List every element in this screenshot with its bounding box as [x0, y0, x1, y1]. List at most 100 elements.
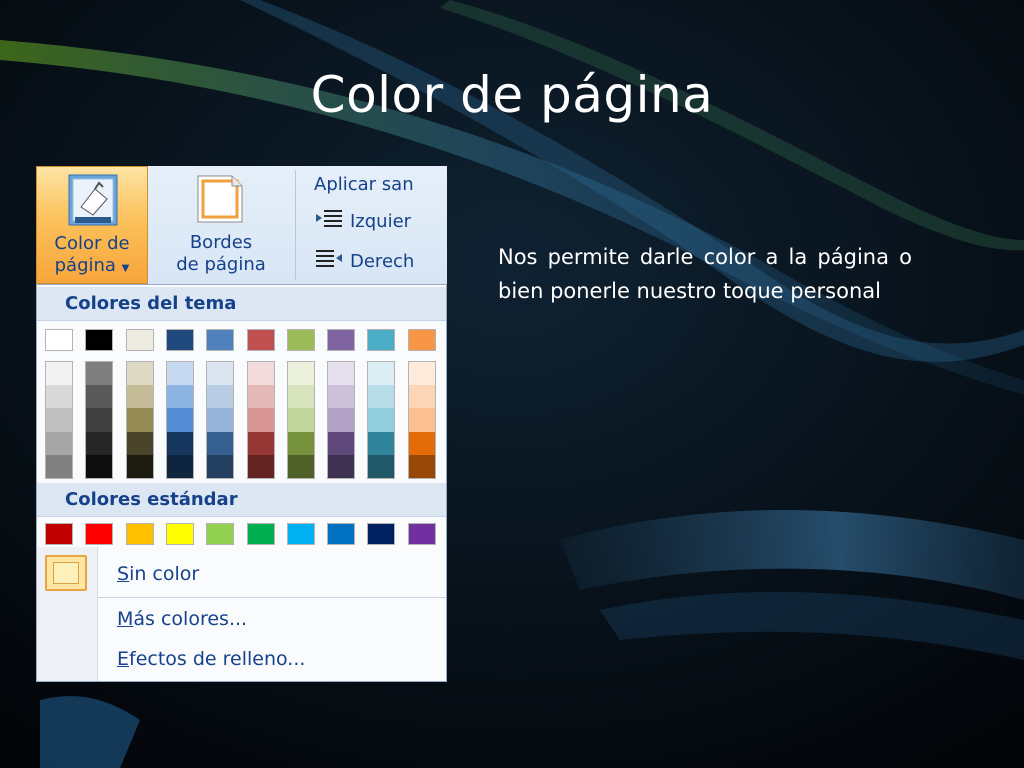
theme-tint-column — [85, 361, 114, 479]
tint-swatch[interactable] — [287, 362, 314, 386]
color-de-pagina-label-2: página — [54, 255, 116, 276]
tint-swatch[interactable] — [287, 454, 314, 479]
izquierda-button[interactable]: Izquier — [314, 208, 411, 234]
color-de-pagina-label-1: Color de — [54, 233, 130, 254]
tint-swatch[interactable] — [207, 362, 234, 386]
ribbon-screenshot: Color de página ▼ Bordes de página Aplic… — [36, 166, 447, 682]
tint-swatch[interactable] — [408, 385, 435, 409]
tint-swatch[interactable] — [126, 431, 153, 455]
color-de-pagina-button[interactable]: Color de página ▼ — [36, 166, 148, 284]
tint-swatch[interactable] — [328, 362, 355, 386]
tint-swatch[interactable] — [166, 431, 193, 455]
tint-swatch[interactable] — [368, 454, 395, 479]
standard-color-swatch[interactable] — [85, 523, 114, 545]
tint-swatch[interactable] — [86, 454, 113, 479]
ribbon-separator — [295, 170, 296, 280]
theme-tint-column — [327, 361, 356, 479]
theme-tint-column — [206, 361, 235, 479]
tint-swatch[interactable] — [328, 431, 355, 455]
tint-swatch[interactable] — [166, 362, 193, 386]
theme-color-swatch[interactable] — [165, 329, 194, 351]
aplicar-button[interactable]: Aplicar san — [314, 172, 414, 198]
indent-right-icon — [314, 248, 350, 276]
mas-colores-item[interactable]: Más colores... — [117, 604, 247, 634]
slide-title: Color de página — [310, 66, 714, 124]
theme-color-swatch[interactable] — [286, 329, 315, 351]
tint-swatch[interactable] — [368, 431, 395, 455]
tint-swatch[interactable] — [247, 362, 274, 386]
standard-color-swatch[interactable] — [125, 523, 154, 545]
tint-swatch[interactable] — [46, 408, 72, 432]
dropdown-arrow-icon: ▼ — [121, 263, 130, 274]
tint-swatch[interactable] — [408, 454, 435, 479]
tint-swatch[interactable] — [408, 408, 435, 432]
tint-swatch[interactable] — [247, 408, 274, 432]
tint-swatch[interactable] — [86, 362, 113, 386]
tint-swatch[interactable] — [46, 454, 72, 479]
derecha-label: Derech — [350, 251, 415, 272]
slide-body-text: Nos permite darle color a la página o bi… — [498, 245, 912, 303]
tint-swatch[interactable] — [368, 385, 395, 409]
ribbon: Color de página ▼ Bordes de página Aplic… — [36, 166, 447, 284]
tint-swatch[interactable] — [166, 408, 193, 432]
theme-color-swatch[interactable] — [327, 329, 356, 351]
tint-swatch[interactable] — [46, 431, 72, 455]
tint-swatch[interactable] — [287, 431, 314, 455]
theme-color-swatch[interactable] — [407, 329, 436, 351]
tint-swatch[interactable] — [126, 362, 153, 386]
tint-swatch[interactable] — [368, 408, 395, 432]
tint-swatch[interactable] — [328, 454, 355, 479]
tint-swatch[interactable] — [247, 454, 274, 479]
bordes-de-pagina-button[interactable]: Bordes de página — [150, 166, 292, 284]
tint-swatch[interactable] — [46, 385, 72, 409]
paint-bucket-icon — [68, 174, 118, 226]
tint-swatch[interactable] — [46, 362, 72, 386]
bordes-label-1: Bordes — [189, 232, 253, 253]
tint-swatch[interactable] — [126, 454, 153, 479]
tint-swatch[interactable] — [207, 454, 234, 479]
tint-swatch[interactable] — [166, 385, 193, 409]
tint-swatch[interactable] — [86, 431, 113, 455]
tint-swatch[interactable] — [207, 385, 234, 409]
tint-swatch[interactable] — [126, 408, 153, 432]
theme-tint-column — [165, 361, 194, 479]
tint-swatch[interactable] — [166, 454, 193, 479]
tint-swatch[interactable] — [328, 385, 355, 409]
tint-swatch[interactable] — [287, 408, 314, 432]
tint-swatch[interactable] — [247, 431, 274, 455]
standard-color-swatch[interactable] — [246, 523, 275, 545]
indent-left-icon — [314, 208, 350, 236]
tint-swatch[interactable] — [247, 385, 274, 409]
standard-color-swatch[interactable] — [407, 523, 436, 545]
tint-swatch[interactable] — [408, 362, 435, 386]
tint-swatch[interactable] — [86, 408, 113, 432]
derecha-button[interactable]: Derech — [314, 248, 414, 274]
theme-color-swatch[interactable] — [125, 329, 154, 351]
tint-swatch[interactable] — [408, 431, 435, 455]
standard-color-swatch[interactable] — [165, 523, 194, 545]
standard-color-swatch[interactable] — [367, 523, 396, 545]
tint-swatch[interactable] — [368, 362, 395, 386]
efectos-item[interactable]: Efectos de relleno... — [117, 644, 305, 674]
tint-swatch[interactable] — [126, 385, 153, 409]
tint-swatch[interactable] — [207, 408, 234, 432]
theme-tint-column — [125, 361, 154, 479]
theme-color-swatch[interactable] — [367, 329, 396, 351]
tint-swatch[interactable] — [207, 431, 234, 455]
standard-color-swatch[interactable] — [327, 523, 356, 545]
standard-color-swatch[interactable] — [206, 523, 235, 545]
no-color-swatch-icon — [45, 555, 87, 591]
sin-color-item[interactable]: Sin color — [117, 559, 199, 589]
tint-swatch[interactable] — [287, 385, 314, 409]
theme-color-swatch[interactable] — [85, 329, 114, 351]
ribbon-side-group: Aplicar san Izquier Derech — [304, 166, 447, 284]
standard-color-swatch[interactable] — [286, 523, 315, 545]
standard-color-swatch[interactable] — [45, 523, 73, 545]
tint-swatch[interactable] — [328, 408, 355, 432]
theme-color-swatch[interactable] — [206, 329, 235, 351]
theme-color-swatch[interactable] — [246, 329, 275, 351]
theme-color-swatch[interactable] — [45, 329, 73, 351]
tint-swatch[interactable] — [86, 385, 113, 409]
sin-color-accel: S — [117, 563, 130, 585]
color-menu: Colores del tema Colores estándar Sin co… — [36, 284, 447, 682]
